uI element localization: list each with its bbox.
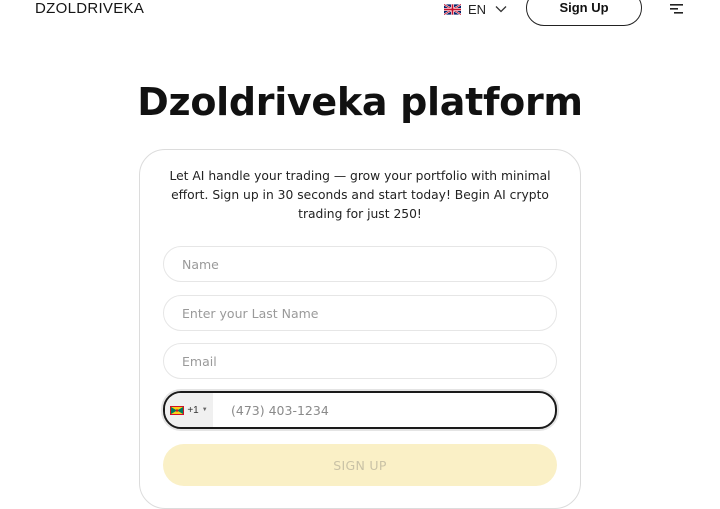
chevron-down-icon [495,6,507,13]
caret-down-icon: ▼ [201,407,208,413]
menu-icon[interactable] [670,4,683,14]
phone-input[interactable] [213,393,555,427]
language-selector[interactable]: EN [444,1,507,17]
intro-text: Let AI handle your trading — grow your p… [169,169,551,221]
last-name-field[interactable] [163,295,557,331]
country-code-selector[interactable]: +1 ▼ [165,393,213,427]
header-signup-button[interactable]: Sign Up [526,0,642,26]
country-code: +1 [187,404,199,416]
logo[interactable]: DZOLDRIVEKA [35,0,144,18]
grenada-flag-icon [170,405,185,415]
name-field[interactable] [163,246,557,282]
signup-submit-button[interactable]: SIGN UP [163,444,557,486]
page-title: Dzoldriveka platform [137,80,583,124]
email-field[interactable] [163,343,557,379]
phone-field-group: +1 ▼ [163,391,557,429]
language-label: EN [468,1,487,17]
uk-flag-icon [444,3,461,15]
